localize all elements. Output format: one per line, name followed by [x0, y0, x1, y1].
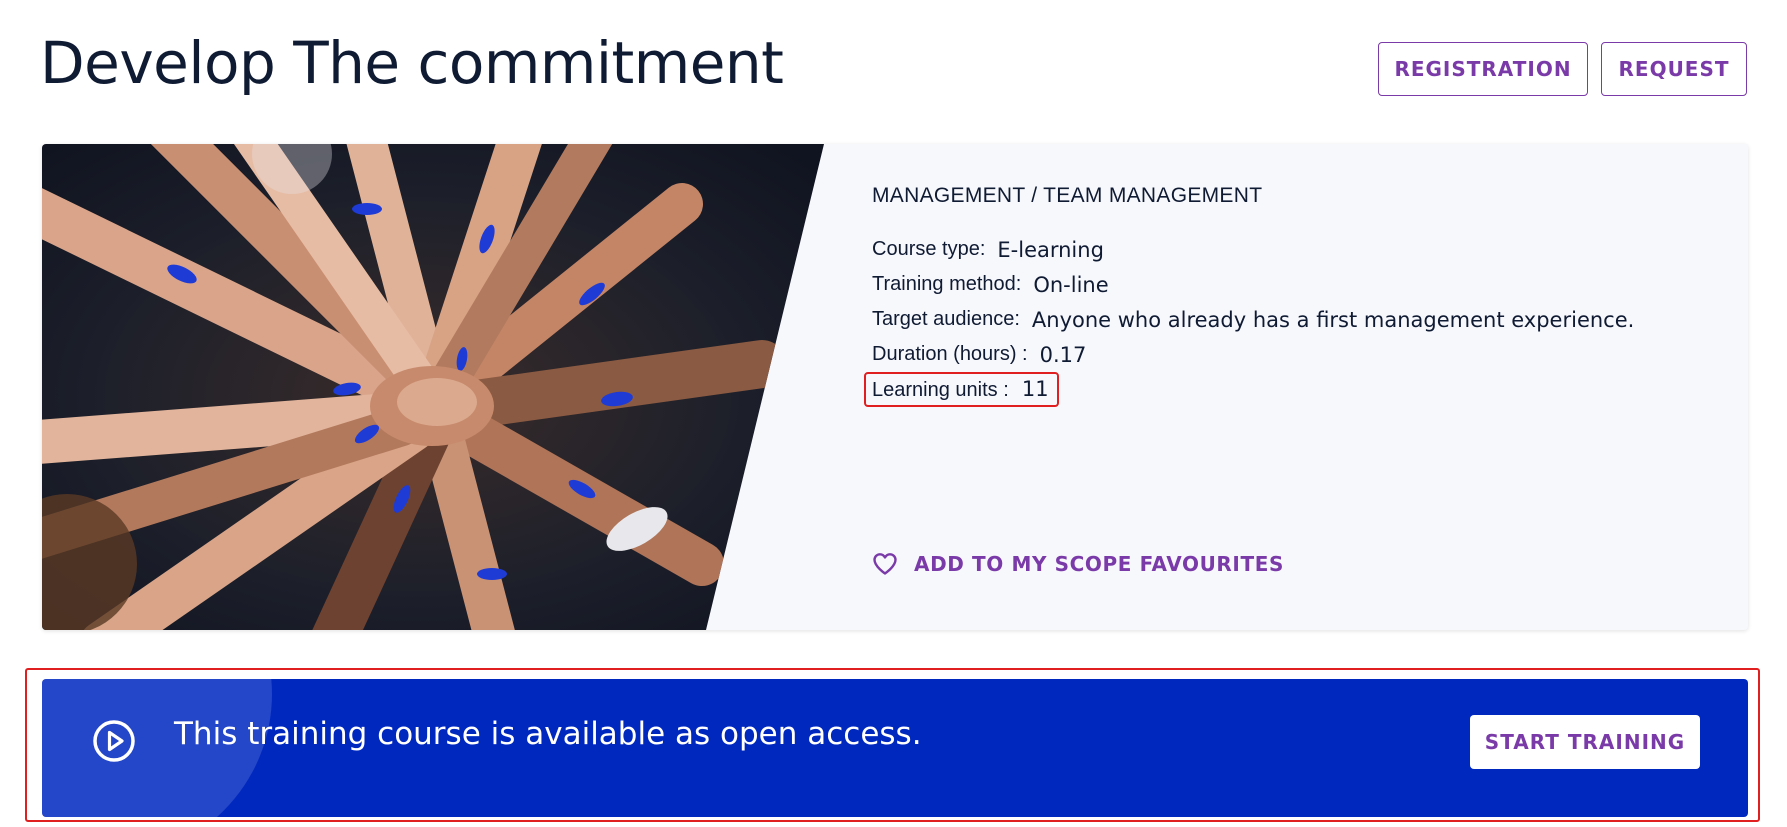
- start-training-button[interactable]: START TRAINING: [1470, 715, 1700, 769]
- detail-course-type: Course type: E-learning: [872, 232, 1708, 267]
- course-category: MANAGEMENT / TEAM MANAGEMENT: [872, 184, 1263, 207]
- play-circle-icon: [92, 719, 136, 763]
- detail-learning-units: Learning units : 11: [864, 372, 1708, 407]
- detail-value: Anyone who already has a first managemen…: [1031, 307, 1635, 332]
- detail-training-method: Training method: On-line: [872, 267, 1708, 302]
- detail-label: Duration (hours) :: [872, 343, 1028, 365]
- add-to-favourites-button[interactable]: ADD TO MY SCOPE FAVOURITES: [872, 552, 1284, 576]
- detail-value: 11: [1021, 377, 1049, 401]
- detail-value: E-learning: [997, 237, 1104, 262]
- detail-value: On-line: [1033, 272, 1109, 297]
- registration-button[interactable]: REGISTRATION: [1378, 42, 1588, 96]
- detail-label: Training method:: [872, 273, 1022, 295]
- course-card: MANAGEMENT / TEAM MANAGEMENT Course type…: [42, 144, 1748, 630]
- detail-label: Course type:: [872, 238, 986, 260]
- detail-value: 0.17: [1039, 342, 1087, 367]
- banner-message: This training course is available as ope…: [174, 716, 922, 752]
- detail-duration: Duration (hours) : 0.17: [872, 337, 1708, 372]
- add-to-favourites-label: ADD TO MY SCOPE FAVOURITES: [914, 552, 1284, 576]
- learning-units-highlight: Learning units : 11: [864, 372, 1059, 407]
- course-image: [42, 144, 824, 630]
- header-actions: REGISTRATION REQUEST: [1378, 42, 1747, 96]
- detail-label: Target audience:: [872, 308, 1020, 330]
- open-access-banner: This training course is available as ope…: [42, 679, 1748, 817]
- heart-outline-icon: [872, 552, 898, 576]
- request-button[interactable]: REQUEST: [1601, 42, 1747, 96]
- page-title: Develop The commitment: [40, 29, 784, 97]
- course-info: MANAGEMENT / TEAM MANAGEMENT Course type…: [864, 184, 1708, 407]
- detail-target-audience: Target audience: Anyone who already has …: [872, 302, 1708, 337]
- detail-label: Learning units :: [872, 379, 1009, 401]
